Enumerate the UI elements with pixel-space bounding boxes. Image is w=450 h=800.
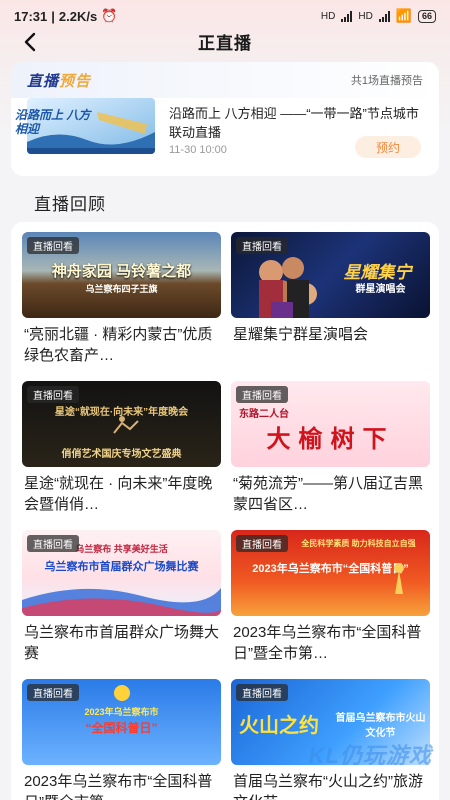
replay-card[interactable]: 星耀集宁 群星演唱会 直播回看 星耀集宁群星演唱会 bbox=[231, 232, 430, 381]
thumbnail-subtitle: 俏俏艺术国庆专场文艺盛典 bbox=[61, 449, 182, 460]
preview-header: 直播预告 共1场直播预告 bbox=[11, 62, 439, 98]
replay-section-title: 直播回顾 bbox=[34, 195, 106, 214]
live-preview-card: 直播预告 共1场直播预告 沿路而上 八方相迎 沿路而上 八方相迎 ——“一带一路… bbox=[11, 62, 439, 176]
replay-badge: 直播回看 bbox=[27, 386, 79, 403]
thumbnail-subtitle: 首届乌兰察布市火山文化节 bbox=[335, 713, 426, 739]
preview-thumbnail[interactable]: 沿路而上 八方相迎 bbox=[15, 98, 155, 154]
status-divider: | bbox=[51, 8, 55, 24]
replay-card-title: “亮丽北疆 · 精彩内蒙古”优质绿色农畜产… bbox=[24, 326, 213, 364]
network-speed: 2.2K/s bbox=[58, 8, 98, 24]
replay-card-title: 星耀集宁群星演唱会 bbox=[233, 326, 369, 343]
replay-thumbnail[interactable]: 乌兰察布 共享美好生活 乌兰察布市首届群众广场舞比赛 直播回看 bbox=[22, 530, 221, 616]
replay-badge: 直播回看 bbox=[27, 684, 79, 701]
replay-thumbnail[interactable]: 东路二人台 大榆树下 直播回看 bbox=[231, 381, 430, 467]
replay-card-title: 2023年乌兰察布市“全国科普日”暨全市第… bbox=[24, 773, 213, 800]
replay-badge: 直播回看 bbox=[236, 684, 288, 701]
replay-card-title: 2023年乌兰察布市“全国科普日”暨全市第… bbox=[233, 624, 422, 662]
replay-badge: 直播回看 bbox=[236, 386, 288, 403]
replay-card[interactable]: 神舟家园 马铃薯之都 乌兰察布四子王旗 直播回看 “亮丽北疆 · 精彩内蒙古”优… bbox=[22, 232, 221, 381]
replay-badge: 直播回看 bbox=[236, 535, 288, 552]
status-time: 17:31 bbox=[14, 8, 48, 24]
replay-badge: 直播回看 bbox=[27, 237, 79, 254]
replay-thumbnail[interactable]: 星耀集宁 群星演唱会 直播回看 bbox=[231, 232, 430, 318]
back-button[interactable] bbox=[16, 28, 44, 56]
replay-badge: 直播回看 bbox=[236, 237, 288, 254]
preview-count: 共1场直播预告 bbox=[350, 75, 423, 87]
replay-badge: 直播回看 bbox=[27, 535, 79, 552]
replay-card[interactable]: 乌兰察布 共享美好生活 乌兰察布市首届群众广场舞比赛 直播回看 乌兰察布市首届群… bbox=[22, 530, 221, 679]
replay-thumbnail[interactable]: 2023年乌兰察布市 “全国科普日” 直播回看 bbox=[22, 679, 221, 765]
hd-label-1: HD bbox=[320, 10, 336, 22]
replay-thumbnail[interactable]: 星途“就现在·向未来”年度晚会 俏俏艺术国庆专场文艺盛典 直播回看 bbox=[22, 381, 221, 467]
replay-card-title: 首届乌兰察布“火山之约”旅游文化节… bbox=[233, 773, 423, 800]
thumbnail-title: 大榆树下 bbox=[266, 426, 395, 453]
replay-card[interactable]: 全民科学素质 助力科技自立自强 2023年乌兰察布市“全国科普日” 直播回看 2… bbox=[231, 530, 430, 679]
reserve-button[interactable]: 预约 bbox=[355, 136, 421, 158]
preview-logo-part1: 直播 bbox=[27, 72, 60, 90]
watermark: KL仍玩游戏 bbox=[308, 743, 432, 768]
replay-card[interactable]: 2023年乌兰察布市 “全国科普日” 直播回看 2023年乌兰察布市“全国科普日… bbox=[22, 679, 221, 800]
signal-icon-2 bbox=[378, 10, 390, 22]
replay-thumbnail[interactable]: 神舟家园 马铃薯之都 乌兰察布四子王旗 直播回看 bbox=[22, 232, 221, 318]
thumbnail-subtitle: 群星演唱会 bbox=[355, 284, 406, 295]
thumbnail-title: 神舟家园 马铃薯之都 bbox=[51, 263, 192, 280]
replay-card-title: 星途“就现在 · 向未来”年度晚会暨俏俏… bbox=[24, 475, 213, 513]
thumbnail-title: 火山之约 bbox=[239, 715, 319, 737]
wifi-icon: 📶 bbox=[395, 8, 412, 23]
thumbnail-subtitle: 东路二人台 bbox=[239, 409, 289, 420]
battery-icon: 66 bbox=[417, 9, 436, 23]
hd-label-2: HD bbox=[358, 10, 373, 22]
replay-grid: 神舟家园 马铃薯之都 乌兰察布四子王旗 直播回看 “亮丽北疆 · 精彩内蒙古”优… bbox=[22, 232, 430, 800]
replay-thumbnail[interactable]: 全民科学素质 助力科技自立自强 2023年乌兰察布市“全国科普日” 直播回看 bbox=[231, 530, 430, 616]
header: 正直播 bbox=[0, 24, 450, 58]
replay-card-title: 乌兰察布市首届群众广场舞大赛 bbox=[24, 624, 220, 662]
status-left: 17:31 | 2.2K/s ⏰ bbox=[14, 8, 117, 24]
signal-icon-1 bbox=[341, 10, 353, 22]
replay-card[interactable]: 星途“就现在·向未来”年度晚会 俏俏艺术国庆专场文艺盛典 直播回看 星途“就现在… bbox=[22, 381, 221, 530]
back-arrow-icon bbox=[24, 32, 36, 52]
replay-panel: 神舟家园 马铃薯之都 乌兰察布四子王旗 直播回看 “亮丽北疆 · 精彩内蒙古”优… bbox=[11, 222, 439, 800]
alarm-icon: ⏰ bbox=[101, 8, 118, 23]
replay-card[interactable]: 东路二人台 大榆树下 直播回看 “菊苑流芳”——第八届辽吉黑蒙四省区… bbox=[231, 381, 430, 530]
replay-card-title: “菊苑流芳”——第八届辽吉黑蒙四省区… bbox=[233, 475, 423, 513]
page-title: 正直播 bbox=[198, 33, 252, 53]
status-right: HD HD 📶 66 bbox=[321, 8, 436, 24]
preview-logo: 直播预告 bbox=[27, 70, 91, 91]
thumbnail-subtitle: 乌兰察布四子王旗 bbox=[85, 284, 158, 294]
preview-logo-part2: 预告 bbox=[59, 72, 92, 90]
preview-item[interactable]: 沿路而上 八方相迎 沿路而上 八方相迎 ——“一带一路”节点城市联动直播 11-… bbox=[11, 98, 439, 158]
preview-thumbnail-text: 沿路而上 八方相迎 bbox=[15, 108, 91, 136]
